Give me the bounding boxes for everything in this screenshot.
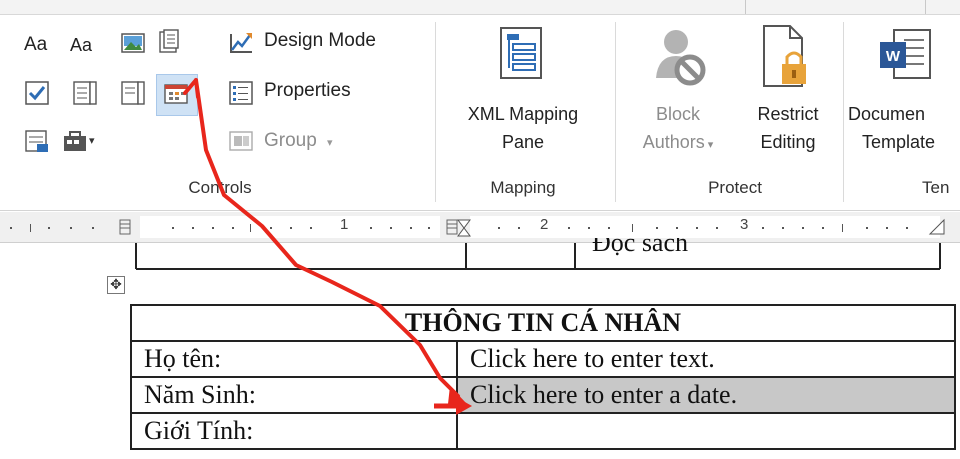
restrict-editing-label-line1: Restrict xyxy=(757,104,819,124)
previous-table-cell-text: Đọc sách xyxy=(592,238,689,257)
group-icon xyxy=(229,131,253,151)
block-authors-button[interactable]: Block Authors ▾ xyxy=(628,100,728,159)
legacy-tools-icon[interactable] xyxy=(62,128,88,154)
ruler-ticks xyxy=(10,218,945,237)
document-template-button[interactable]: Documen Template xyxy=(848,100,960,156)
group-button[interactable]: Group xyxy=(264,130,317,152)
ribbon-top-strip xyxy=(0,0,960,15)
ruler-number: 2 xyxy=(540,216,549,233)
building-block-gallery-icon[interactable] xyxy=(156,28,182,54)
document-template-label-line1: Documen xyxy=(848,104,926,124)
block-authors-icon xyxy=(656,30,706,86)
date-picker-content-control-icon[interactable] xyxy=(163,81,189,107)
checkbox-content-control-icon[interactable] xyxy=(24,80,50,106)
table-row: Họ tên: Click here to enter text. xyxy=(130,340,956,378)
block-authors-label-line1: Block xyxy=(655,104,700,124)
repeating-section-content-control-icon[interactable] xyxy=(24,128,50,154)
field-label-gender: Giới Tính: xyxy=(130,412,458,450)
group-separator xyxy=(615,22,616,202)
chevron-down-icon: ▾ xyxy=(704,139,714,151)
table-row: Năm Sinh: Click here to enter a date. xyxy=(130,376,956,414)
restrict-editing-icon xyxy=(763,25,806,87)
gender-value-cell[interactable] xyxy=(456,412,956,450)
group-separator xyxy=(435,22,436,202)
rich-text-content-control-icon[interactable]: Aa xyxy=(24,34,47,56)
xml-mapping-pane-icon xyxy=(500,27,542,79)
table-move-handle-icon[interactable]: ✥ xyxy=(107,276,125,294)
drop-down-list-content-control-icon[interactable] xyxy=(120,80,146,106)
combo-box-content-control-icon[interactable] xyxy=(72,80,98,106)
restrict-editing-label-line2: Editing xyxy=(760,132,816,152)
restrict-editing-button[interactable]: Restrict Editing xyxy=(738,100,838,156)
properties-icon xyxy=(229,81,253,105)
svg-text:W: W xyxy=(886,48,901,65)
templates-group-label: Ten xyxy=(922,178,950,197)
previous-table-bottom xyxy=(135,243,941,270)
ruler-number: 1 xyxy=(340,216,349,233)
field-label-birth-year: Năm Sinh: xyxy=(130,376,458,414)
personal-info-table: THÔNG TIN CÁ NHÂN Họ tên: Click here to … xyxy=(130,304,956,450)
document-template-icon: W xyxy=(880,29,931,79)
mapping-group-label: Mapping xyxy=(490,178,556,197)
xml-mapping-pane-button[interactable]: XML Mapping Pane xyxy=(448,100,598,156)
ruler-number: 3 xyxy=(740,216,749,233)
date-picker-content-control[interactable]: Click here to enter a date. xyxy=(456,376,956,414)
xml-mapping-label-line2: Pane xyxy=(501,132,545,152)
name-text-content-control[interactable]: Click here to enter text. xyxy=(456,340,956,378)
design-mode-icon xyxy=(230,33,252,53)
document-template-label-line2: Template xyxy=(862,132,936,152)
table-row: Giới Tính: xyxy=(130,412,956,450)
field-label-name: Họ tên: xyxy=(130,340,458,378)
properties-button[interactable]: Properties xyxy=(264,80,351,102)
group-separator xyxy=(843,22,844,202)
table-header: THÔNG TIN CÁ NHÂN xyxy=(130,304,956,342)
plain-text-content-control-icon[interactable]: Aa xyxy=(70,35,92,56)
block-authors-label-line2: Authors xyxy=(642,132,705,152)
xml-mapping-label-line1: XML Mapping xyxy=(467,104,579,124)
table-header-row: THÔNG TIN CÁ NHÂN xyxy=(130,304,956,342)
controls-group-label: Controls xyxy=(188,178,252,197)
design-mode-button[interactable]: Design Mode xyxy=(264,30,376,52)
chevron-down-icon: ▾ xyxy=(327,137,333,149)
picture-content-control-icon[interactable] xyxy=(120,30,146,56)
chevron-down-icon[interactable]: ▾ xyxy=(89,134,95,147)
protect-group-label: Protect xyxy=(708,178,762,197)
